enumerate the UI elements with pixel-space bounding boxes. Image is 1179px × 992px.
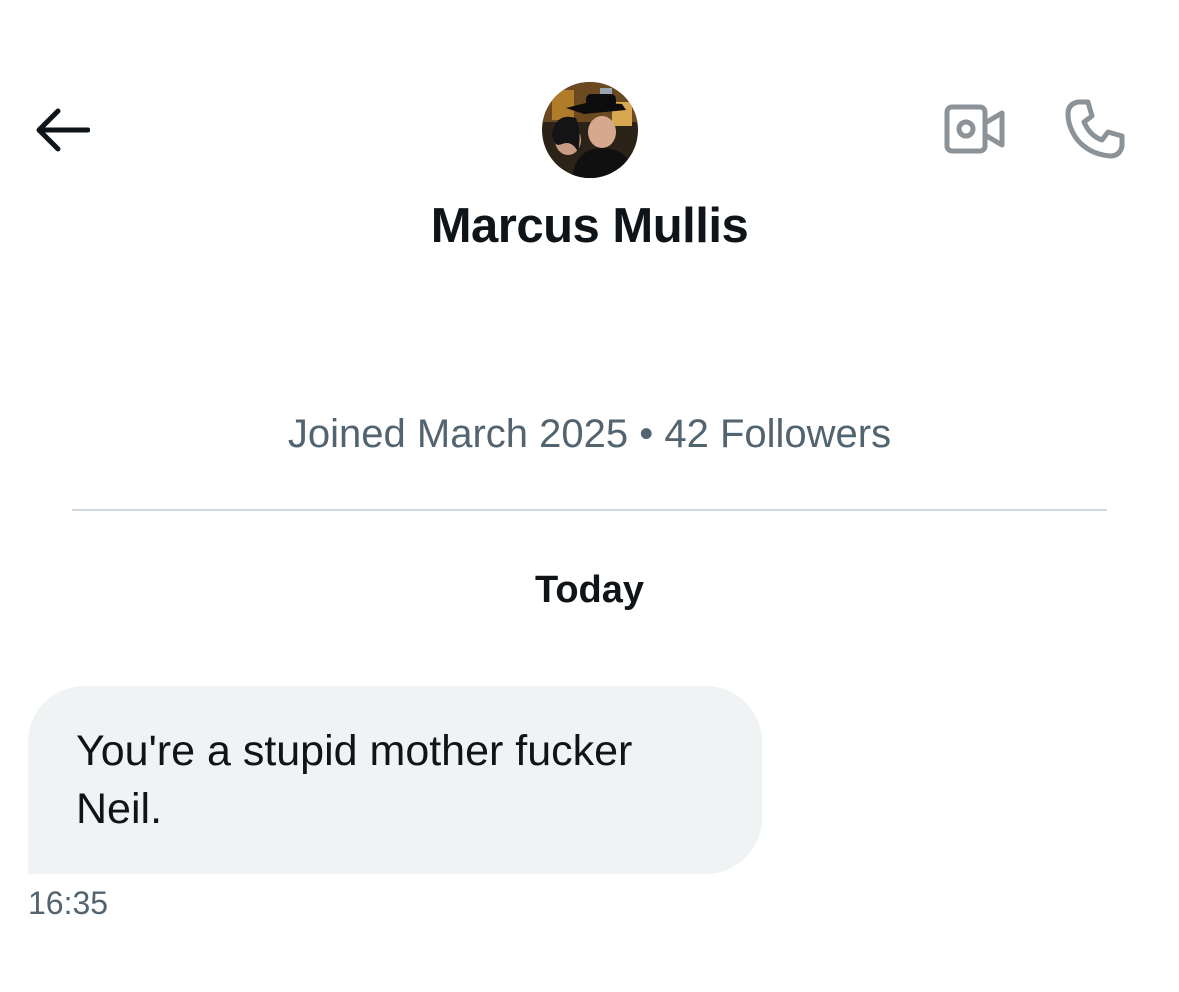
avatar-image (542, 82, 638, 178)
video-call-button[interactable] (942, 96, 1008, 162)
profile-name[interactable]: Marcus Mullis (0, 198, 1179, 254)
arrow-left-icon (36, 108, 90, 152)
date-separator: Today (534, 569, 645, 611)
profile-meta: Joined March 2025 • 42 Followers (287, 412, 892, 456)
message-text: You're a stupid mother fucker Neil. (76, 727, 633, 833)
back-button[interactable] (30, 100, 94, 160)
message-bubble[interactable]: You're a stupid mother fucker Neil. (28, 686, 762, 874)
avatar[interactable] (542, 82, 638, 178)
divider (72, 509, 1107, 511)
video-camera-icon (944, 104, 1005, 154)
phone-call-button[interactable] (1062, 96, 1128, 162)
phone-icon (1065, 99, 1125, 159)
message-timestamp: 16:35 (28, 885, 109, 921)
